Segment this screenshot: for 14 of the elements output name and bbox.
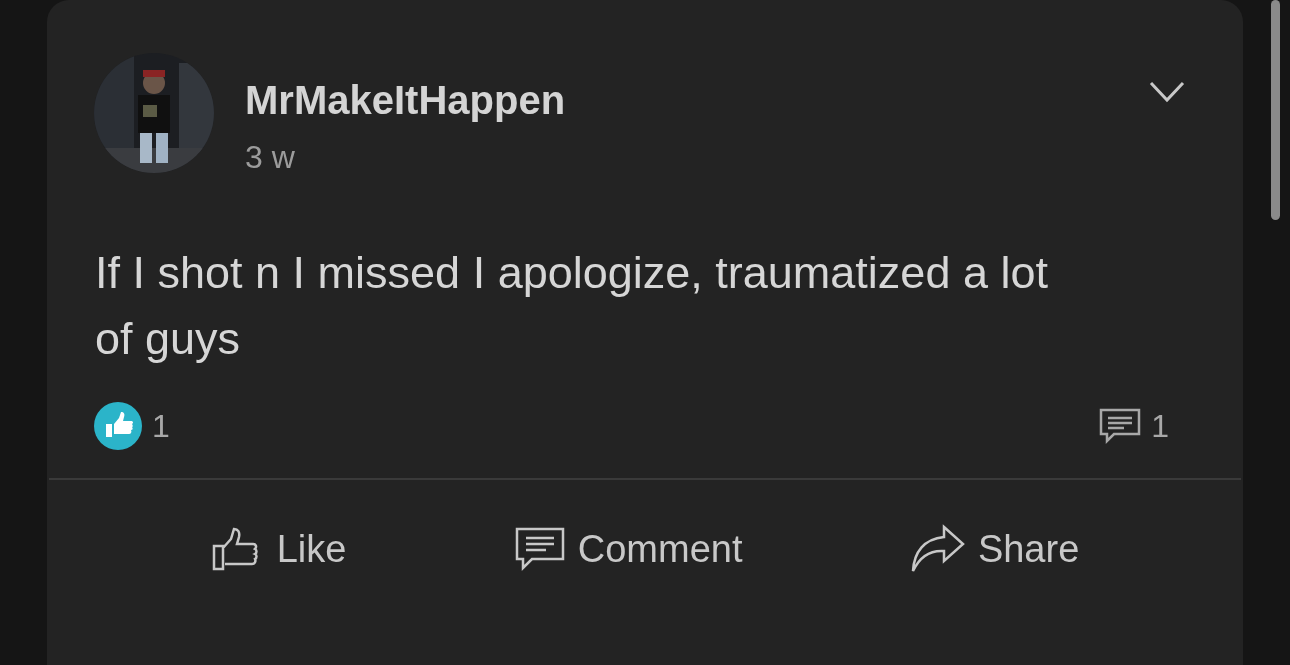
like-count: 1 [152,407,170,445]
like-button[interactable]: Like [210,524,347,574]
share-button[interactable]: Share [909,524,1080,574]
share-arrow-icon [909,524,966,574]
speech-bubble-icon [513,526,566,572]
scrollbar[interactable] [1271,0,1280,220]
post-time: 3 w [245,139,296,176]
thumbs-up-icon [94,402,142,450]
chevron-down-icon[interactable] [1149,81,1185,103]
comment-count: 1 [1151,407,1169,445]
speech-bubble-icon [1099,408,1142,444]
author-name[interactable]: MrMakeItHappen [245,77,1149,123]
post-text: If I shot n I missed I apologize, traumatized a lot of guys [95,246,1049,366]
comment-button[interactable]: Comment [513,524,743,574]
